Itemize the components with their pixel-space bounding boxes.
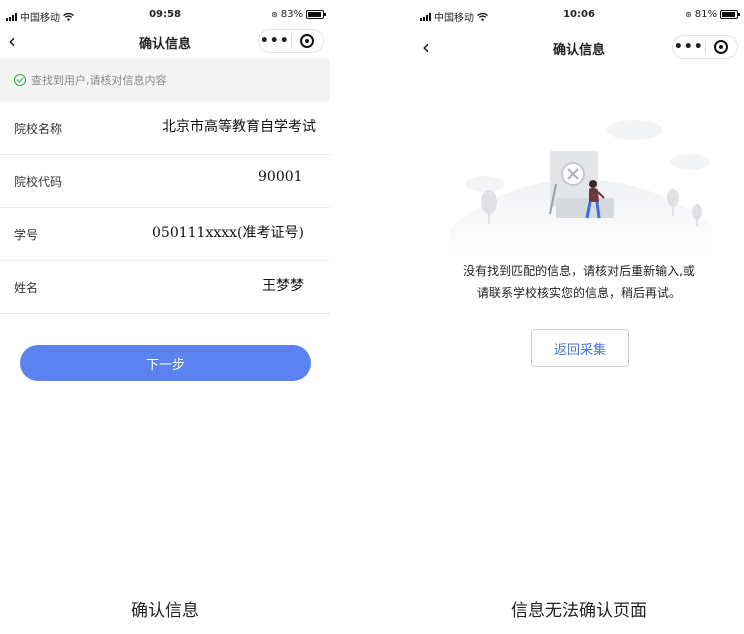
field-label: 姓名 — [14, 281, 39, 295]
row-school-name: 院校名称 北京市高等教育自学考试 — [0, 102, 330, 155]
status-bar: 中国移动 09:58 ⊛ 83% — [0, 0, 330, 28]
more-icon[interactable]: ••• — [673, 36, 705, 58]
not-found-message: 没有找到匹配的信息，请核对后重新输入,或 请联系学校核实您的信息，稍后再试。 — [414, 260, 744, 304]
notice-text: 查找到用户,请核对信息内容 — [31, 74, 167, 87]
more-icon[interactable]: ••• — [259, 30, 291, 52]
rotation-lock-icon: ⊛ — [685, 10, 692, 19]
close-capsule-icon[interactable] — [292, 34, 324, 48]
message-line-2: 请联系学校核实您的信息，稍后再试。 — [476, 286, 681, 300]
status-bar: 中国移动 10:06 ⊛ 81% — [414, 0, 744, 28]
return-collect-button[interactable]: 返回采集 — [531, 329, 629, 367]
field-value: 王梦梦 — [262, 278, 304, 294]
field-label: 学号 — [14, 228, 39, 242]
close-capsule-icon[interactable] — [706, 40, 738, 54]
field-value: 050111xxxx(准考证号) — [152, 225, 304, 241]
battery-percent: 81% — [694, 9, 717, 20]
mini-program-capsule: ••• — [672, 35, 738, 59]
no-result-illustration — [450, 120, 712, 262]
battery-icon — [720, 10, 740, 19]
field-value: 90001 — [258, 169, 303, 185]
field-label: 院校代码 — [14, 175, 63, 189]
battery-percent: 83% — [280, 9, 303, 20]
caption-not-found: 信息无法确认页面 — [511, 601, 647, 621]
rotation-lock-icon: ⊛ — [271, 10, 278, 19]
row-student-id: 学号 050111xxxx(准考证号) — [0, 208, 330, 261]
next-step-button[interactable]: 下一步 — [20, 345, 311, 381]
found-user-notice: 查找到用户,请核对信息内容 — [0, 58, 330, 102]
battery: ⊛ 83% — [271, 9, 326, 20]
not-found-screen: 中国移动 10:06 ⊛ 81% ‹ 确认信息 ••• 没有找到匹配的信息，请核… — [414, 0, 744, 560]
check-circle-icon — [14, 74, 26, 86]
row-name: 姓名 王梦梦 — [0, 261, 330, 314]
row-school-code: 院校代码 90001 — [0, 155, 330, 208]
mini-program-capsule: ••• — [258, 29, 324, 53]
confirm-info-screen: 中国移动 09:58 ⊛ 83% ‹ 确认信息 ••• 查找到用户,请核对信息内… — [0, 0, 330, 560]
battery-icon — [306, 10, 326, 19]
field-label: 院校名称 — [14, 122, 63, 136]
field-value: 北京市高等教育自学考试 — [162, 119, 316, 135]
caption-confirm: 确认信息 — [131, 601, 199, 621]
nav-bar: ‹ 确认信息 ••• — [414, 34, 744, 62]
nav-bar: ‹ 确认信息 ••• — [0, 28, 330, 56]
message-line-1: 没有找到匹配的信息，请核对后重新输入,或 — [463, 264, 695, 278]
battery: ⊛ 81% — [685, 9, 740, 20]
